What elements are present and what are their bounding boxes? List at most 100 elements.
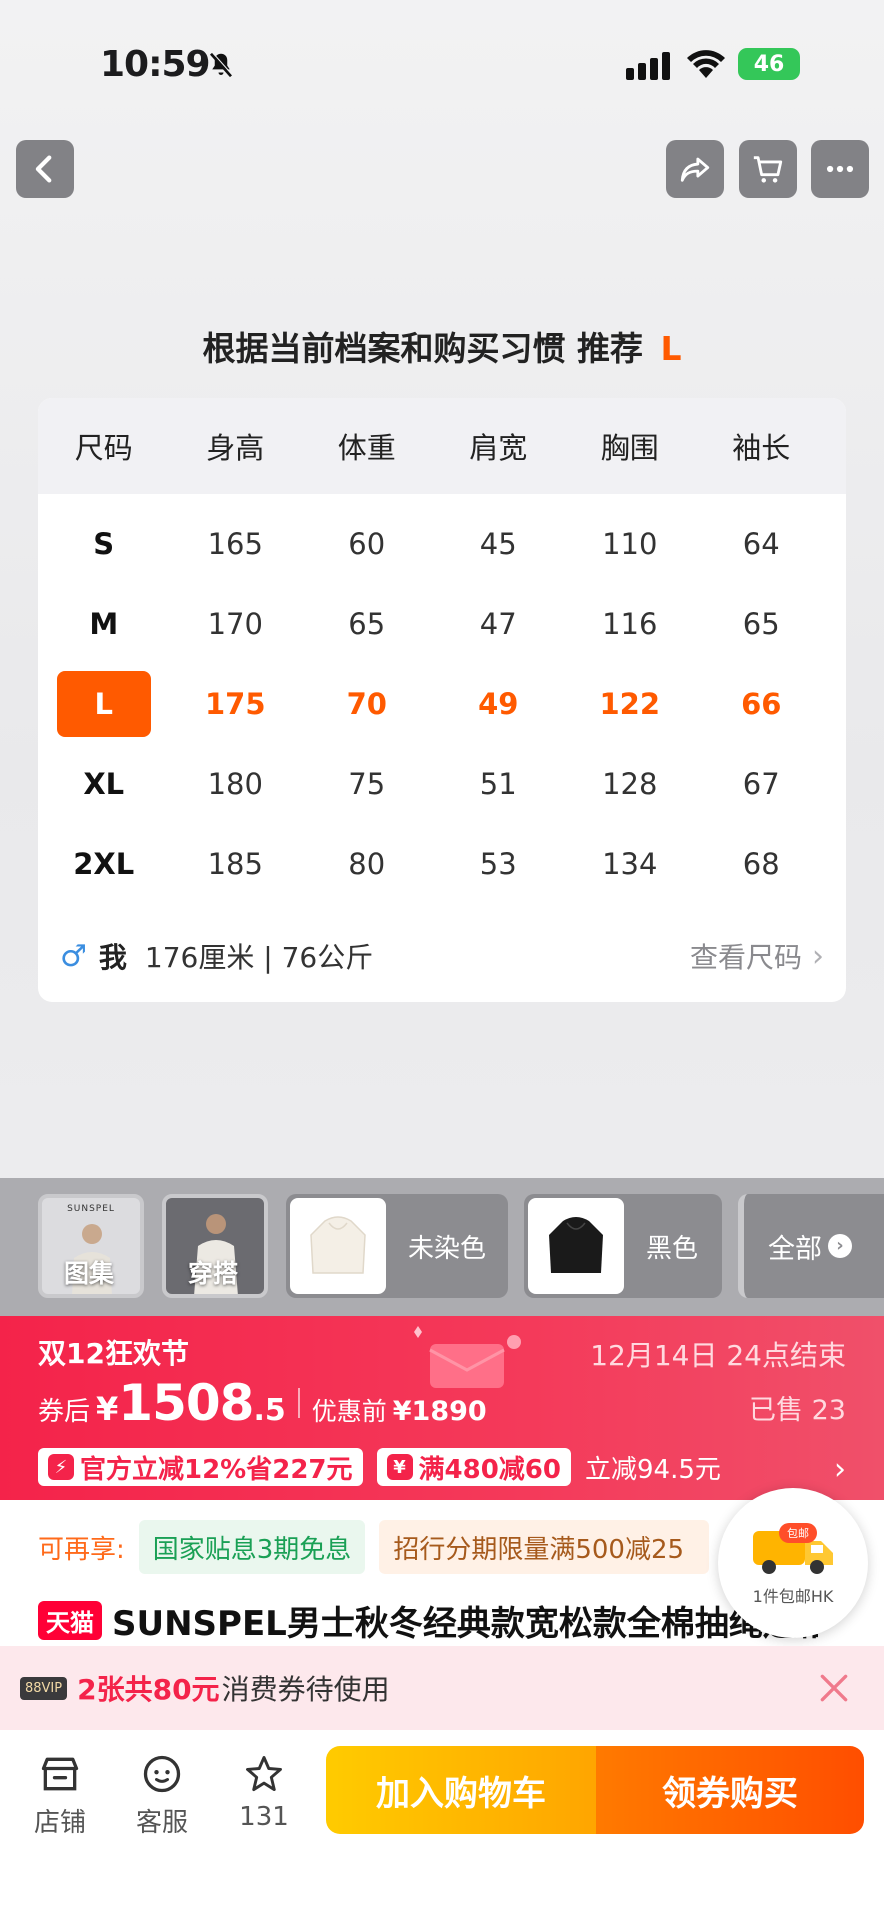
- gallery-label: 图集: [64, 1259, 115, 1288]
- extra-benefits-row: 可再享: 国家贴息3期免息 招行分期限量满500减25: [38, 1520, 710, 1574]
- share-icon: [680, 157, 710, 182]
- size-table-header: 尺码 身高 体重 肩宽 胸围 袖长: [38, 398, 846, 494]
- yen-coupon-icon: ¥: [386, 1454, 413, 1480]
- view-size-chart-link[interactable]: 查看尺码 ›: [690, 936, 824, 976]
- shoulder-cell: 51: [479, 767, 517, 801]
- all-options-button[interactable]: 全部 ›: [738, 1194, 884, 1298]
- gallery-thumbnail[interactable]: SUNSPEL 图集: [38, 1194, 144, 1298]
- weight-cell: 65: [348, 607, 386, 641]
- size-cell-selected: L: [38, 671, 170, 737]
- coupon-tag: ¥ 满480减60: [376, 1448, 571, 1486]
- my-measurements: 176厘米 | 76公斤: [144, 941, 374, 974]
- size-row-xl[interactable]: XL 180 75 51 128 67: [38, 744, 846, 824]
- size-row-2xl[interactable]: 2XL 185 80 53 134 68: [38, 824, 846, 904]
- color-name-undyed: 未染色: [408, 1233, 487, 1264]
- customer-service-icon: [143, 1755, 181, 1793]
- male-icon: ♂: [60, 938, 87, 974]
- selected-size-pill: L: [56, 671, 151, 737]
- size-cell: M: [89, 607, 119, 641]
- status-bar: 10:59 46: [0, 0, 884, 130]
- chevron-right-icon: ›: [834, 1452, 846, 1487]
- ship-badge-text: 包邮: [787, 1527, 809, 1540]
- media-color-strip: SUNSPEL 图集 穿搭 未染色 黑色 全部 ›: [0, 1178, 884, 1316]
- customer-service-button[interactable]: 客服: [122, 1752, 202, 1839]
- instant-discount-text: 立减94.5元: [584, 1454, 721, 1485]
- chest-cell: 134: [602, 847, 658, 881]
- size-recommendation-title: 根据当前档案和购买习惯 推荐 L: [0, 322, 884, 370]
- price-divider: [297, 1388, 300, 1418]
- favorite-button[interactable]: 131: [224, 1752, 304, 1832]
- official-discount-text: 官方立减12%省227元: [80, 1454, 353, 1485]
- chevron-right-icon: ›: [812, 938, 824, 974]
- chevron-left-icon: [35, 155, 52, 183]
- promo-event-title: 双12狂欢节: [38, 1337, 189, 1370]
- outfit-thumbnail[interactable]: 穿搭: [162, 1194, 268, 1298]
- height-cell: 170: [207, 607, 263, 641]
- weight-cell: 80: [348, 847, 386, 881]
- sleeve-cell: 65: [742, 607, 780, 641]
- buy-with-coupon-button[interactable]: 领券购买: [596, 1746, 864, 1834]
- vip-badge: 88VIP: [20, 1676, 68, 1700]
- shoulder-cell: 53: [479, 847, 517, 881]
- recommended-size: L: [660, 329, 682, 368]
- gallery-brand: SUNSPEL: [67, 1204, 115, 1214]
- header-shoulder: 肩宽: [469, 431, 528, 465]
- weight-cell: 70: [346, 687, 387, 721]
- more-dots-icon: [826, 165, 854, 173]
- share-button[interactable]: [666, 140, 724, 198]
- recommendation-text: 根据当前档案和购买习惯 推荐: [202, 329, 643, 368]
- promo-banner[interactable]: 双12狂欢节 12月14日 24点结束 券后 ¥ 1508 .5 优惠前 ¥18…: [0, 1316, 884, 1500]
- cart-button[interactable]: [739, 140, 797, 198]
- sleeve-cell: 64: [742, 527, 780, 561]
- store-button[interactable]: 店铺: [20, 1752, 100, 1839]
- bell-muted-icon: [209, 52, 233, 78]
- free-shipping-text: 1件包邮HK: [752, 1587, 834, 1606]
- all-label: 全部: [768, 1233, 822, 1265]
- favorite-count: 131: [239, 1802, 289, 1832]
- size-chart-card: 尺码 身高 体重 肩宽 胸围 袖长 S 165 60 45 110 64 M 1…: [38, 398, 846, 1002]
- coupon-reminder-bar[interactable]: 88VIP 2张共80元 消费券待使用: [0, 1646, 884, 1730]
- undyed-hoodie-swatch: [290, 1198, 386, 1294]
- sold-count: 已售 23: [749, 1395, 846, 1426]
- chest-cell: 128: [602, 767, 658, 801]
- bottom-action-bar: 店铺 客服 131 加入购物车 领券购买: [0, 1730, 884, 1920]
- size-row-m[interactable]: M 170 65 47 116 65: [38, 584, 846, 664]
- shoulder-cell: 45: [479, 527, 517, 561]
- free-shipping-badge[interactable]: 包邮 1件包邮HK: [718, 1488, 868, 1638]
- interest-free-chip[interactable]: 国家贴息3期免息: [138, 1520, 366, 1574]
- weight-cell: 60: [348, 527, 386, 561]
- height-cell: 165: [207, 527, 263, 561]
- header-height: 身高: [206, 431, 265, 465]
- coupon-count: 2张共80元: [77, 1673, 220, 1706]
- price-integer: 1508: [118, 1374, 254, 1432]
- color-option-black[interactable]: 黑色: [524, 1194, 722, 1298]
- store-icon: [41, 1757, 79, 1791]
- battery-indicator: 46: [738, 48, 800, 80]
- size-row-l-recommended[interactable]: L 175 70 49 122 66: [38, 664, 846, 744]
- currency-symbol: ¥: [96, 1390, 119, 1428]
- header-chest: 胸围: [600, 431, 659, 465]
- chest-cell: 116: [602, 607, 658, 641]
- hoodie-black-icon: [549, 1217, 603, 1273]
- coupon-text: 消费券待使用: [221, 1673, 390, 1706]
- color-option-undyed[interactable]: 未染色: [286, 1194, 508, 1298]
- close-icon[interactable]: [814, 1668, 854, 1708]
- original-price: ¥1890: [392, 1396, 487, 1427]
- coupon-text: 满480减60: [418, 1454, 561, 1485]
- installment-chip[interactable]: 招行分期限量满500减25: [379, 1520, 710, 1574]
- back-button[interactable]: [16, 140, 74, 198]
- cellular-signal-icon: [626, 52, 670, 80]
- size-table-body: S 165 60 45 110 64 M 170 65 47 116 65 L …: [38, 494, 846, 904]
- after-coupon-label: 券后: [38, 1397, 91, 1427]
- more-button[interactable]: [811, 140, 869, 198]
- delivery-truck-icon: 包邮: [753, 1523, 833, 1574]
- height-cell: 175: [204, 687, 266, 721]
- sleeve-cell: 68: [742, 847, 780, 881]
- add-to-cart-button[interactable]: 加入购物车: [326, 1746, 596, 1834]
- shoulder-cell: 47: [479, 607, 517, 641]
- price-decimal: .5: [253, 1393, 286, 1428]
- size-row-s[interactable]: S 165 60 45 110 64: [38, 504, 846, 584]
- outfit-label: 穿搭: [188, 1259, 239, 1288]
- product-title-text: SUNSPEL男士秋冬经典款宽松款全棉抽绳连帽卫衣: [112, 1604, 818, 1644]
- product-title: 天猫 SUNSPEL男士秋冬经典款宽松款全棉抽绳连帽卫衣: [38, 1596, 818, 1645]
